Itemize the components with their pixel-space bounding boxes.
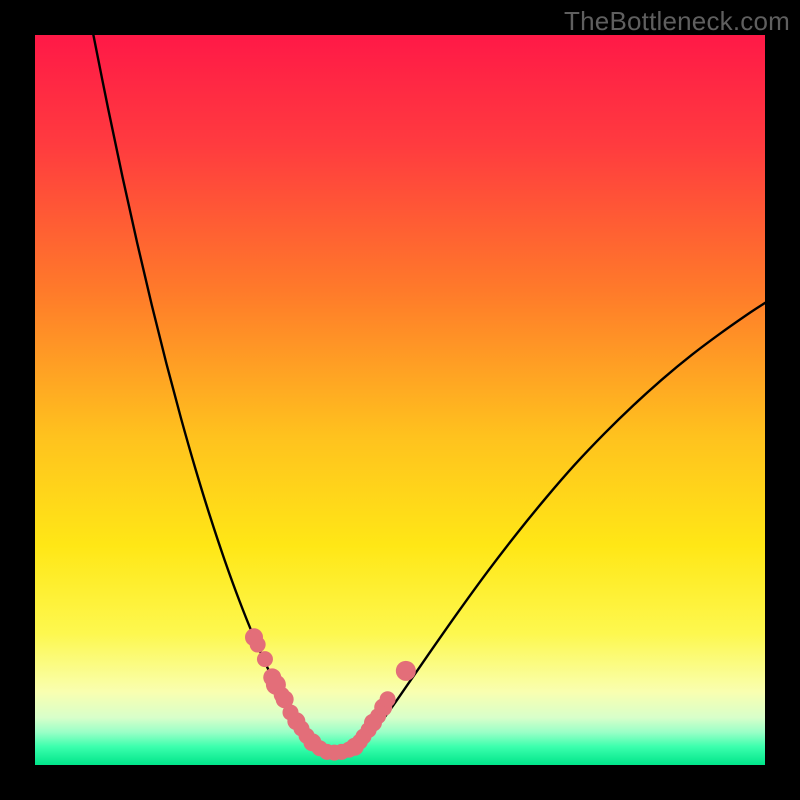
curve-marker: [257, 651, 273, 667]
curve-marker: [396, 661, 416, 681]
plot-frame: [35, 35, 765, 765]
curve-markers: [245, 628, 416, 760]
curve-layer: [35, 35, 765, 765]
watermark-text: TheBottleneck.com: [564, 6, 790, 37]
bottleneck-curve: [93, 35, 765, 753]
curve-marker: [250, 637, 266, 653]
curve-marker: [380, 691, 396, 707]
